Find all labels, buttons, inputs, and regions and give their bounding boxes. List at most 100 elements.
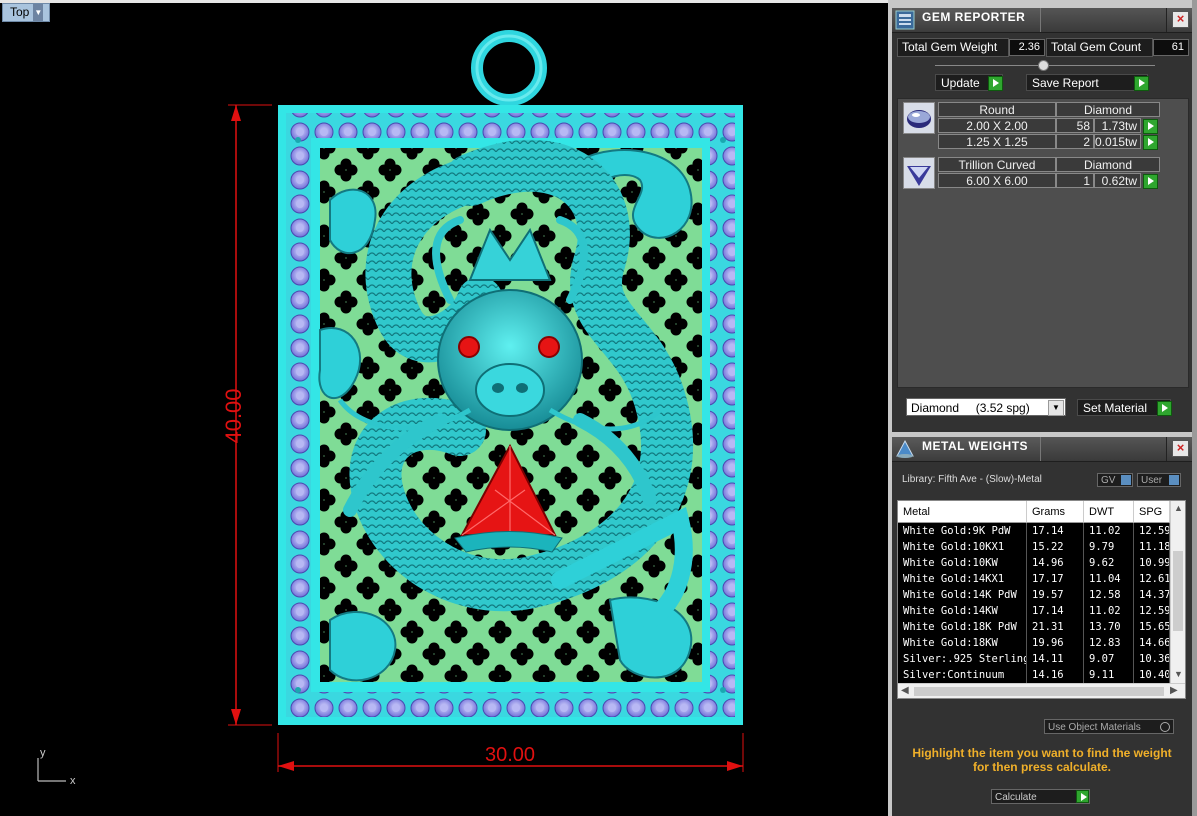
metal-spg: 10.40 bbox=[1134, 667, 1170, 683]
gem-weight[interactable]: 0.015tw bbox=[1094, 134, 1141, 149]
metal-dwt: 9.79 bbox=[1084, 539, 1134, 555]
scroll-right-icon[interactable]: ▶ bbox=[1170, 685, 1178, 696]
use-object-materials-toggle[interactable]: Use Object Materials bbox=[1044, 719, 1174, 734]
window-right-edge bbox=[1192, 0, 1197, 816]
axis-gizmo bbox=[37, 758, 66, 782]
gem-reporter-titlebar[interactable]: GEM REPORTER × bbox=[892, 8, 1192, 33]
pendant-render: 40.00 30.00 y x bbox=[37, 30, 744, 787]
table-row[interactable]: White Gold:10KW 14.96 9.62 10.99 bbox=[898, 555, 1170, 571]
gem-material[interactable]: Diamond bbox=[1056, 157, 1160, 172]
hscrollbar-thumb[interactable] bbox=[914, 687, 1164, 696]
gv-toggle[interactable]: GV bbox=[1097, 473, 1133, 487]
table-row[interactable]: White Gold:9K PdW 17.14 11.02 12.59 bbox=[898, 523, 1170, 539]
metal-weights-icon bbox=[896, 439, 914, 458]
user-toggle[interactable]: User bbox=[1137, 473, 1181, 487]
gem-row-go-icon[interactable] bbox=[1143, 135, 1158, 150]
set-material-label: Set Material bbox=[1083, 401, 1148, 415]
toggle-indicator-icon bbox=[1169, 475, 1179, 485]
radio-icon bbox=[1160, 722, 1170, 732]
gem-weight[interactable]: 1.73tw bbox=[1094, 118, 1141, 133]
set-material-go-icon[interactable] bbox=[1157, 401, 1172, 416]
gem-size[interactable]: 1.25 X 1.25 bbox=[938, 134, 1056, 149]
chevron-down-icon[interactable]: ▼ bbox=[33, 4, 44, 21]
calculate-hint: Highlight the item you want to find the … bbox=[912, 746, 1172, 774]
gem-shape-round[interactable]: Round bbox=[938, 102, 1056, 117]
panel-slider-handle[interactable] bbox=[1038, 60, 1049, 71]
table-row[interactable]: Silver:Continuum 14.16 9.11 10.40 bbox=[898, 667, 1170, 683]
save-report-button[interactable]: Save Report bbox=[1026, 74, 1148, 91]
metal-table[interactable]: Metal Grams DWT SPG White Gold:9K PdW 17.… bbox=[897, 500, 1186, 699]
column-header-metal[interactable]: Metal bbox=[898, 501, 1027, 523]
gem-size[interactable]: 6.00 X 6.00 bbox=[938, 173, 1056, 188]
total-gem-count-label: Total Gem Count bbox=[1046, 38, 1153, 57]
gem-row-go-icon[interactable] bbox=[1143, 174, 1158, 189]
gem-size[interactable]: 2.00 X 2.00 bbox=[938, 118, 1056, 133]
metal-weights-titlebar[interactable]: METAL WEIGHTS × bbox=[892, 437, 1192, 462]
table-row[interactable]: Silver:.925 Sterling 14.11 9.07 10.36 bbox=[898, 651, 1170, 667]
metal-dwt: 11.02 bbox=[1084, 523, 1134, 539]
table-row[interactable]: White Gold:10KX1 15.22 9.79 11.18 bbox=[898, 539, 1170, 555]
metal-spg: 10.99 bbox=[1134, 555, 1170, 571]
column-header-dwt[interactable]: DWT bbox=[1084, 501, 1134, 523]
metal-grams: 21.31 bbox=[1027, 619, 1084, 635]
metal-grams: 17.14 bbox=[1027, 603, 1084, 619]
scroll-left-icon[interactable]: ◀ bbox=[901, 685, 909, 696]
gem-material[interactable]: Diamond bbox=[1056, 102, 1160, 117]
gem-count[interactable]: 1 bbox=[1056, 173, 1094, 188]
material-select-value: Diamond (3.52 spg) bbox=[911, 401, 1030, 415]
scroll-down-icon[interactable]: ▼ bbox=[1174, 669, 1183, 679]
table-row[interactable]: White Gold:14K PdW 19.57 12.58 14.37 bbox=[898, 587, 1170, 603]
horizontal-scrollbar[interactable]: ◀ ▶ bbox=[898, 683, 1185, 698]
metal-name: White Gold:10KX1 bbox=[898, 539, 1027, 555]
total-gem-count-value: 61 bbox=[1153, 39, 1189, 56]
gv-label: GV bbox=[1101, 475, 1116, 486]
metal-grams: 19.57 bbox=[1027, 587, 1084, 603]
metal-name: White Gold:14KW bbox=[898, 603, 1027, 619]
close-icon[interactable]: × bbox=[1172, 440, 1189, 457]
update-go-icon[interactable] bbox=[988, 76, 1003, 91]
save-report-label: Save Report bbox=[1032, 76, 1099, 90]
library-label: Library: Fifth Ave - (Slow)-Metal bbox=[902, 474, 1042, 485]
dimension-height-label: 40.00 bbox=[221, 388, 246, 443]
scroll-up-icon[interactable]: ▲ bbox=[1174, 503, 1183, 513]
table-row[interactable]: White Gold:14KX1 17.17 11.04 12.61 bbox=[898, 571, 1170, 587]
total-gem-weight-value: 2.36 bbox=[1009, 39, 1045, 56]
metal-spg: 14.37 bbox=[1134, 587, 1170, 603]
gem-count[interactable]: 58 bbox=[1056, 118, 1094, 133]
metal-spg: 12.61 bbox=[1134, 571, 1170, 587]
save-report-go-icon[interactable] bbox=[1134, 76, 1149, 91]
viewport-title-button[interactable]: Top ▼ bbox=[2, 3, 50, 22]
metal-spg: 12.59 bbox=[1134, 523, 1170, 539]
column-header-spg[interactable]: SPG bbox=[1134, 501, 1170, 523]
table-row[interactable]: White Gold:14KW 17.14 11.02 12.59 bbox=[898, 603, 1170, 619]
dimension-width-label: 30.00 bbox=[485, 744, 535, 766]
calculate-go-icon[interactable] bbox=[1076, 790, 1089, 803]
vertical-scrollbar[interactable]: ▲ ▼ bbox=[1170, 501, 1185, 683]
round-diamond-icon bbox=[903, 102, 935, 134]
metal-grams: 14.16 bbox=[1027, 667, 1084, 683]
scrollbar-thumb[interactable] bbox=[1173, 551, 1183, 631]
material-select[interactable]: Diamond (3.52 spg) ▼ bbox=[906, 398, 1066, 416]
dragon-eye-left bbox=[458, 336, 480, 358]
use-object-materials-label: Use Object Materials bbox=[1048, 722, 1141, 733]
table-row[interactable]: White Gold:18KW 19.96 12.83 14.66 bbox=[898, 635, 1170, 651]
gem-list[interactable]: Round Diamond 2.00 X 2.00 58 1.73tw 1.25… bbox=[897, 98, 1189, 388]
chevron-down-icon[interactable]: ▼ bbox=[1048, 400, 1064, 416]
gem-weight[interactable]: 0.62tw bbox=[1094, 173, 1141, 188]
metal-dwt: 13.70 bbox=[1084, 619, 1134, 635]
column-header-grams[interactable]: Grams bbox=[1027, 501, 1084, 523]
metal-name: White Gold:18K PdW bbox=[898, 619, 1027, 635]
viewport-title: Top bbox=[10, 5, 30, 19]
table-row[interactable]: White Gold:18K PdW 21.31 13.70 15.65 bbox=[898, 619, 1170, 635]
metal-spg: 15.65 bbox=[1134, 619, 1170, 635]
gem-count[interactable]: 2 bbox=[1056, 134, 1094, 149]
axis-y-label: y bbox=[40, 747, 46, 759]
metal-name: White Gold:18KW bbox=[898, 635, 1027, 651]
close-icon[interactable]: × bbox=[1172, 11, 1189, 28]
gem-shape-trillion[interactable]: Trillion Curved bbox=[938, 157, 1056, 172]
3d-viewport[interactable]: 40.00 30.00 y x Top ▼ bbox=[0, 0, 888, 816]
metal-dwt: 9.11 bbox=[1084, 667, 1134, 683]
gem-row-go-icon[interactable] bbox=[1143, 119, 1158, 134]
titlebar-grip bbox=[1040, 437, 1167, 461]
gem-reporter-title: GEM REPORTER bbox=[922, 10, 1026, 24]
